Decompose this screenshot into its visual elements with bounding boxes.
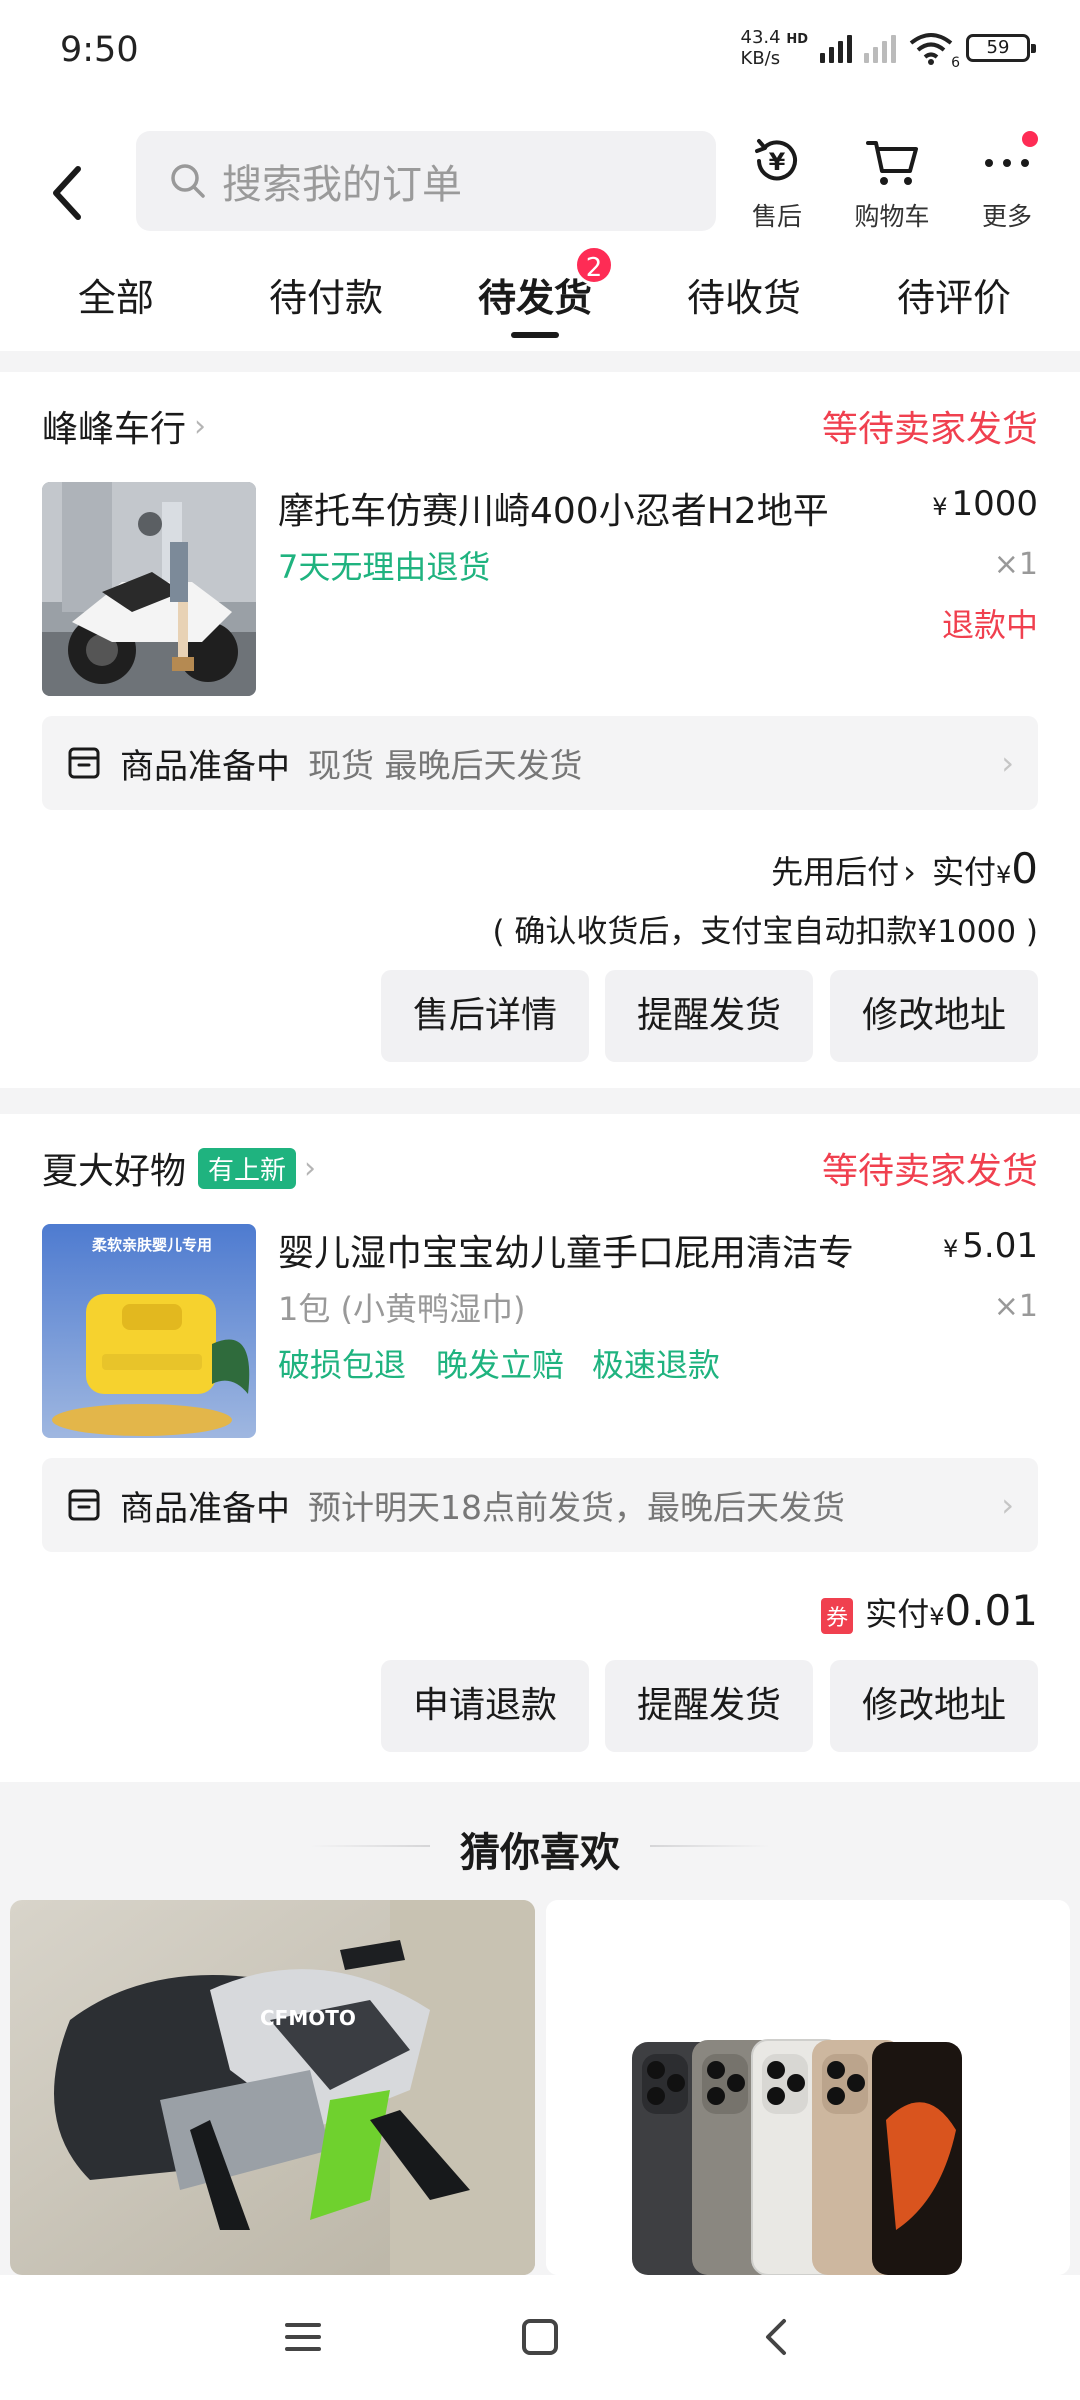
wifi-icon: 6: [908, 31, 960, 71]
product-quantity: ×1: [993, 1289, 1038, 1324]
tab-active-indicator: [511, 332, 559, 338]
service-tag: 破损包退: [278, 1346, 407, 1384]
new-arrival-badge: 有上新: [198, 1147, 297, 1189]
order-card[interactable]: 峰峰车行 › 等待卖家发货 摩托车仿赛川崎400小忍者H2地平 7天无理由退货 …: [0, 372, 1080, 1088]
search-input[interactable]: 搜索我的订单: [136, 131, 716, 231]
order-tabs: 全部 待付款 待发货 2 待收货 待评价: [0, 245, 1080, 347]
pay-note: ( 确认收货后，支付宝自动扣款¥1000 ): [492, 914, 1038, 950]
motorcycle-photo: CFMOTO: [10, 1900, 535, 2275]
status-time: 9:50: [60, 30, 139, 70]
recommend-product-motorcycle[interactable]: CFMOTO: [10, 1900, 535, 2275]
svg-text:¥: ¥: [769, 148, 786, 176]
back-arrow-icon: [53, 166, 81, 220]
signal-icon: [820, 33, 852, 63]
prep-detail: 预计明天18点前发货，最晚后天发货: [308, 1488, 845, 1527]
shop-link[interactable]: 夏大好物 有上新 ›: [42, 1142, 316, 1194]
shop-name: 峰峰车行: [42, 409, 187, 450]
product-title[interactable]: 摩托车仿赛川崎400小忍者H2地平: [278, 482, 838, 534]
edit-address-button[interactable]: 修改地址: [830, 970, 1038, 1062]
after-sale-button[interactable]: ¥ 售后: [727, 133, 827, 233]
product-price: ¥1000: [932, 484, 1038, 524]
shop-link[interactable]: 峰峰车行 ›: [42, 400, 206, 452]
thumb-caption: 柔软亲肤婴儿专用: [92, 1236, 212, 1254]
cart-label: 购物车: [854, 202, 930, 231]
brand-logo: CFMOTO: [260, 2006, 356, 2030]
more-button[interactable]: 更多: [957, 133, 1057, 233]
edit-address-button[interactable]: 修改地址: [830, 1660, 1038, 1752]
product-title[interactable]: 婴儿湿巾宝宝幼儿童手口屁用清洁专: [278, 1224, 918, 1276]
product-variant: 1包 (小黄鸭湿巾): [278, 1290, 526, 1328]
tab-pending-receipt[interactable]: 待收货: [654, 267, 834, 322]
after-sale-label: 售后: [751, 202, 802, 231]
search-placeholder: 搜索我的订单: [222, 162, 462, 208]
status-bar: 9:50 43.4 HD KB/s 6 59: [0, 0, 1080, 105]
chevron-right-icon: ›: [304, 1150, 317, 1186]
more-label: 更多: [981, 202, 1032, 231]
battery-icon: 59: [966, 34, 1036, 62]
tab-pending-review[interactable]: 待评价: [864, 267, 1044, 322]
tab-pending-payment[interactable]: 待付款: [236, 267, 416, 322]
return-policy-tag: 7天无理由退货: [278, 548, 491, 586]
coupon-icon: 券: [821, 1598, 854, 1634]
pay-amount: 0: [1011, 844, 1038, 893]
recommend-title: 猜你喜欢: [460, 1830, 620, 1876]
refund-status: 退款中: [941, 606, 1038, 644]
prep-status: 商品准备中: [120, 1488, 290, 1529]
back-button[interactable]: [40, 153, 100, 233]
cart-button[interactable]: 购物车: [842, 133, 942, 233]
prep-detail: 现货 最晚后天发货: [308, 746, 583, 785]
tab-badge: 2: [574, 245, 614, 285]
tab-all[interactable]: 全部: [26, 267, 206, 322]
chevron-right-icon: ›: [194, 408, 207, 444]
wipes-photo: 柔软亲肤婴儿专用: [42, 1224, 256, 1438]
chevron-right-icon: ›: [1001, 1486, 1014, 1524]
pay-later-link[interactable]: 先用后付: [771, 847, 899, 893]
recommend-product-phone[interactable]: [546, 1900, 1070, 2275]
package-icon: [68, 1489, 100, 1521]
product-image[interactable]: [42, 482, 256, 696]
product-quantity: ×1: [993, 547, 1038, 582]
chevron-right-icon: ›: [903, 853, 916, 891]
search-icon: [171, 164, 205, 198]
home-icon[interactable]: [520, 2317, 560, 2357]
remind-shipment-button[interactable]: 提醒发货: [605, 1660, 813, 1752]
product-image[interactable]: 柔软亲肤婴儿专用: [42, 1224, 256, 1438]
order-status: 等待卖家发货: [821, 409, 1038, 450]
order-status: 等待卖家发货: [821, 1151, 1038, 1192]
status-icons: 43.4 HD KB/s 6 59: [740, 27, 1036, 71]
back-icon[interactable]: [756, 2317, 796, 2357]
motorcycle-photo: [42, 482, 256, 696]
service-tag: 晚发立赔: [436, 1346, 565, 1384]
package-icon: [68, 747, 100, 779]
network-speed: 43.4 HD KB/s: [740, 27, 808, 69]
remind-shipment-button[interactable]: 提醒发货: [605, 970, 813, 1062]
product-price: ¥5.01: [943, 1226, 1038, 1266]
menu-icon[interactable]: [283, 2317, 323, 2357]
shipping-status-bar[interactable]: 商品准备中 现货 最晚后天发货 ›: [42, 716, 1038, 810]
payment-summary: 先用后付 › 实付 ¥ 0: [771, 844, 1038, 893]
request-refund-button[interactable]: 申请退款: [381, 1660, 589, 1752]
shop-name: 夏大好物: [42, 1151, 187, 1192]
system-nav-bar: [0, 2275, 1080, 2400]
shipping-status-bar[interactable]: 商品准备中 预计明天18点前发货，最晚后天发货 ›: [42, 1458, 1038, 1552]
prep-status: 商品准备中: [120, 746, 290, 787]
chevron-right-icon: ›: [1001, 744, 1014, 782]
phone-photo: [546, 1900, 1070, 2275]
cart-icon: [866, 141, 918, 185]
divider-line: [650, 1845, 770, 1847]
order-card[interactable]: 夏大好物 有上新 › 等待卖家发货 柔软亲肤婴儿专用 婴儿湿巾宝宝幼儿童手口屁用…: [0, 1114, 1080, 1782]
after-sale-icon: ¥: [755, 139, 797, 181]
after-sale-detail-button[interactable]: 售后详情: [381, 970, 589, 1062]
signal-2-icon: [864, 33, 896, 63]
notification-dot: [1022, 131, 1038, 147]
service-tag: 极速退款: [592, 1346, 721, 1384]
pay-amount: 0.01: [944, 1586, 1038, 1635]
header: 搜索我的订单 ¥ 售后 购物车 更多 全部 待付款 待发货 2 待收货 待评价: [0, 105, 1080, 351]
payment-summary: 券 实付 ¥ 0.01: [821, 1586, 1038, 1635]
